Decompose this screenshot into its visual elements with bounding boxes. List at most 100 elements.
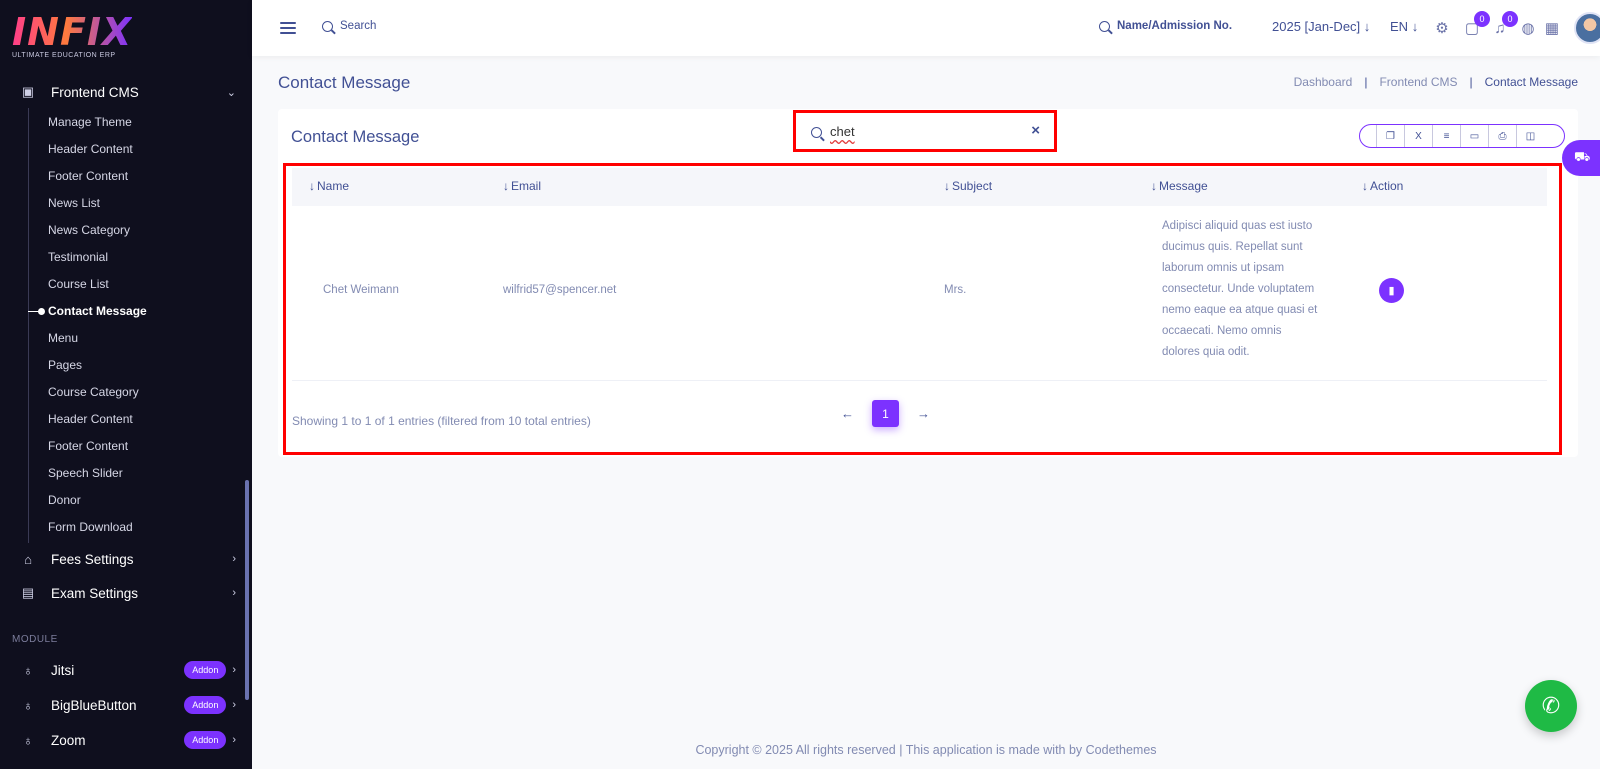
addon-badge: Addon <box>184 731 227 749</box>
bank-icon: ⌂ <box>24 551 32 567</box>
webcam-icon: ♁ <box>23 697 33 713</box>
sidebar-item-exam-settings[interactable]: ▤ Exam Settings › <box>20 585 236 601</box>
module-section-label: MODULE <box>12 634 58 645</box>
sidebar-item-manage-theme[interactable]: Manage Theme <box>48 115 132 129</box>
logo-mark: INFIX <box>12 10 133 54</box>
sidebar-item-donor[interactable]: Donor <box>48 493 81 507</box>
chevron-down-icon: ⌄ <box>226 86 236 99</box>
webcam-icon: ♁ <box>23 732 33 748</box>
sort-arrow-icon: ↓ <box>1151 179 1157 193</box>
cart-tab[interactable]: ⛟ <box>1562 140 1600 176</box>
robot-icon[interactable]: ⚙ <box>1432 18 1452 38</box>
sidebar-item-footer-content-2[interactable]: Footer Content <box>48 439 128 453</box>
admission-search-label: Name/Admission No. <box>1117 20 1233 32</box>
chevron-right-icon: › <box>232 587 236 599</box>
webcam-icon: ♁ <box>23 662 33 678</box>
academic-year-value: 2025 [Jan-Dec] <box>1272 19 1361 34</box>
column-label: Message <box>1159 179 1208 193</box>
logo-tagline: ULTIMATE EDUCATION ERP <box>12 52 116 59</box>
global-search-label: Search <box>340 20 377 32</box>
sidebar-item-label: Jitsi <box>51 662 75 678</box>
sidebar-item-course-list[interactable]: Course List <box>48 277 109 291</box>
addon-badge: Addon <box>184 661 227 679</box>
book-icon: ▤ <box>21 585 35 600</box>
sidebar-item-footer-content[interactable]: Footer Content <box>48 169 128 183</box>
sort-arrow-icon: ↓ <box>944 179 950 193</box>
sidebar-item-fees-settings[interactable]: ⌂ Fees Settings › <box>20 551 236 567</box>
arrow-left-icon[interactable]: ← <box>841 406 854 421</box>
table-search-input[interactable]: chet × <box>793 110 1057 152</box>
column-header-action[interactable]: ↓ Action <box>1362 179 1403 193</box>
sidebar-item-label: BigBlueButton <box>51 697 137 713</box>
globe-icon[interactable]: ◍ <box>1518 18 1538 38</box>
logo[interactable]: INFIX ULTIMATE EDUCATION ERP <box>12 10 133 59</box>
sidebar-item-label: Zoom <box>51 732 86 748</box>
cart-icon: ⛟ <box>1574 149 1591 164</box>
admission-search[interactable]: Name/Admission No. <box>1099 20 1232 32</box>
sidebar-item-form-download[interactable]: Form Download <box>48 520 133 534</box>
sidebar-item-pages[interactable]: Pages <box>48 358 82 372</box>
breadcrumb-frontend-cms[interactable]: Frontend CMS <box>1379 75 1457 89</box>
arrow-down-icon: ↓ <box>1363 19 1371 34</box>
page-button[interactable]: 1 <box>872 400 899 427</box>
close-icon[interactable]: × <box>1031 122 1040 139</box>
sidebar-item-zoom[interactable]: ♁ Zoom Addon › <box>20 731 236 749</box>
column-label: Subject <box>952 179 993 193</box>
sidebar-item-bigbluebutton[interactable]: ♁ BigBlueButton Addon › <box>20 696 236 714</box>
pagination: ← 1 → <box>841 400 930 427</box>
avatar[interactable] <box>1574 12 1600 44</box>
sidebar-item-jitsi[interactable]: ♁ Jitsi Addon › <box>20 661 236 679</box>
breadcrumb-separator: | <box>1364 75 1368 89</box>
column-label: Name <box>317 179 350 193</box>
chevron-right-icon: › <box>232 734 236 746</box>
sidebar-scrollbar[interactable] <box>245 480 249 700</box>
sidebar-item-header-content-2[interactable]: Header Content <box>48 412 133 426</box>
copy-icon[interactable]: ❐ <box>1376 125 1404 147</box>
breadcrumb-current: Contact Message <box>1484 75 1578 89</box>
csv-icon[interactable]: ≡ <box>1432 125 1460 147</box>
arrow-right-icon[interactable]: → <box>917 406 930 421</box>
chat-icon[interactable]: ▢ 0 <box>1462 11 1490 38</box>
table-header: ↓ Name ↓ Email ↓ Subject ↓ Message ↓ Action <box>292 168 1547 206</box>
bell-icon[interactable]: ♫ 0 <box>1490 11 1518 38</box>
column-header-name[interactable]: ↓ Name <box>309 179 349 193</box>
sidebar-item-testimonial[interactable]: Testimonial <box>48 250 108 264</box>
sidebar-item-news-list[interactable]: News List <box>48 196 100 210</box>
global-search[interactable]: Search <box>322 20 376 32</box>
notification-badge: 0 <box>1502 11 1518 27</box>
column-header-subject[interactable]: ↓ Subject <box>944 179 992 193</box>
table-info: Showing 1 to 1 of 1 entries (filtered fr… <box>292 414 591 428</box>
sidebar-item-course-category[interactable]: Course Category <box>48 385 139 399</box>
sort-arrow-icon: ↓ <box>1362 179 1368 193</box>
sidebar-item-header-content[interactable]: Header Content <box>48 142 133 156</box>
sidebar-item-label: Frontend CMS <box>51 84 139 100</box>
excel-icon[interactable]: X <box>1404 125 1432 147</box>
sort-arrow-icon: ↓ <box>503 179 509 193</box>
academic-year-select[interactable]: 2025 [Jan-Dec] ↓ <box>1272 19 1370 34</box>
print-icon[interactable]: ⎙ <box>1488 125 1516 147</box>
pdf-icon[interactable]: ▭ <box>1460 125 1488 147</box>
language-value: EN <box>1390 19 1409 34</box>
sidebar-item-contact-message[interactable]: Contact Message <box>48 304 147 318</box>
addon-badge: Addon <box>184 696 227 714</box>
calculator-icon[interactable]: ▦ <box>1542 18 1562 38</box>
sidebar-item-label: Exam Settings <box>51 585 139 601</box>
delete-button[interactable]: ▮ <box>1379 278 1404 303</box>
hamburger-menu-icon[interactable] <box>280 22 296 37</box>
sidebar-item-label: Fees Settings <box>51 551 134 567</box>
sidebar-item-news-category[interactable]: News Category <box>48 223 130 237</box>
page-title: Contact Message <box>278 73 411 92</box>
column-label: Action <box>1370 179 1404 193</box>
columns-icon[interactable]: ◫ <box>1516 125 1544 147</box>
breadcrumb-dashboard[interactable]: Dashboard <box>1294 75 1353 89</box>
sidebar-item-menu[interactable]: Menu <box>48 331 78 345</box>
cell-name: Chet Weimann <box>323 284 399 296</box>
sort-arrow-icon: ↓ <box>309 179 315 193</box>
column-header-email[interactable]: ↓ Email <box>503 179 541 193</box>
monitor-icon: ▣ <box>21 84 35 99</box>
sidebar-item-frontend-cms[interactable]: ▣ Frontend CMS ⌄ <box>20 84 236 100</box>
sidebar-item-speech-slider[interactable]: Speech Slider <box>48 466 123 480</box>
column-header-message[interactable]: ↓ Message <box>1151 179 1208 193</box>
whatsapp-button[interactable]: ✆ <box>1525 680 1577 732</box>
language-select[interactable]: EN ↓ <box>1390 19 1418 34</box>
